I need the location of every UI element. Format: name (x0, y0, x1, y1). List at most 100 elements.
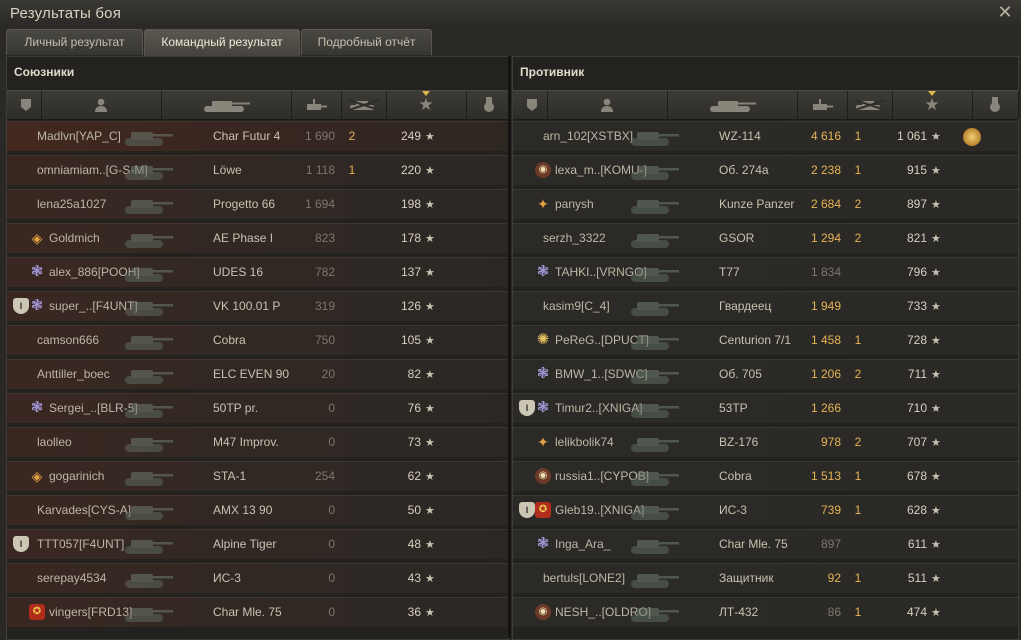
enemies-title: Противник (520, 65, 585, 79)
tank-name: Об. 705 (719, 367, 762, 381)
tank-name: VK 100.01 P (213, 299, 281, 313)
xp-value: 73 (407, 435, 421, 449)
player-row[interactable]: I ❃ Timur2..[XNIGA] 53TP 1 266 710 ★ (513, 392, 1018, 424)
tank-silhouette-icon (631, 528, 719, 560)
xp-star-icon[interactable]: ★ (386, 91, 467, 119)
squad-icon[interactable] (517, 91, 548, 119)
player-row[interactable]: ◈ gogarinich STA-1 254 62 ★ (7, 460, 508, 492)
tank-name: Char Mle. 75 (213, 605, 282, 619)
tab-personal-result[interactable]: Личный результат (6, 29, 143, 55)
player-row[interactable]: laolleo M47 Improv. 0 73 ★ (7, 426, 508, 458)
kills-icon[interactable] (847, 91, 893, 119)
squad-icon[interactable] (11, 91, 42, 119)
xp-star-icon[interactable]: ★ (892, 91, 973, 119)
damage-value: 4 616 (810, 129, 841, 143)
tab-detailed-report[interactable]: Подробный отчёт (301, 29, 432, 55)
player-row[interactable]: ❃ Sergei_..[BLR-5] 50TP pr. 0 76 ★ (7, 392, 508, 424)
kills-value: 2 (348, 129, 356, 143)
medal-icon[interactable] (466, 91, 513, 119)
tank-icon[interactable] (161, 91, 292, 119)
title-bar: Результаты боя ✕ (0, 0, 1021, 28)
player-row[interactable]: serepay4534 ИС-3 0 43 ★ (7, 562, 508, 594)
xp-value: 105 (400, 333, 421, 347)
player-row[interactable]: ✦ lelikbolik74 BZ-176 978 2 707 ★ (513, 426, 1018, 458)
player-row[interactable]: bertuls[LONE2] Защитник 92 1 511 ★ (513, 562, 1018, 594)
player-row[interactable]: ◉ NESH_..[OLDRO] ЛТ-432 86 1 474 ★ (513, 596, 1018, 628)
kills-value (337, 256, 367, 288)
tank-silhouette-icon (125, 324, 213, 356)
kills-value (337, 562, 367, 594)
tank-name: ELC EVEN 90 (213, 367, 290, 381)
close-icon[interactable]: ✕ (997, 3, 1013, 21)
medal-icon[interactable] (972, 91, 1019, 119)
player-row[interactable]: Anttiller_boec ELC EVEN 90 20 82 ★ (7, 358, 508, 390)
player-row[interactable]: ❃ TAHKI..[VRNGO] T77 1 834 796 ★ (513, 256, 1018, 288)
player-row[interactable]: ❃ alex_886[POOH] UDES 16 782 137 ★ (7, 256, 508, 288)
player-row[interactable]: Karvades[CYS-A] AMX 13 90 0 50 ★ (7, 494, 508, 526)
tank-name: Char Mle. 75 (719, 537, 788, 551)
sort-desc-icon (928, 91, 936, 96)
player-row[interactable]: Madlvn[YAP_C] Char Futur 41 690 2 249 ★ (7, 120, 508, 152)
enemies-panel: Противник ★ arn_102[XSTBX] WZ-114 4 616 1 1 … (512, 56, 1019, 640)
xp-value: 62 (407, 469, 421, 483)
xp-star-icon: ★ (425, 505, 435, 517)
tank-name: M47 Improv. (213, 435, 279, 449)
tank-name: AE Phase I (213, 231, 274, 245)
xp-star-icon: ★ (425, 607, 435, 619)
player-icon[interactable] (41, 91, 162, 119)
player-row[interactable]: ✦ panysh Kunze Panzer 2 684 2 897 ★ (513, 188, 1018, 220)
kills-value: 2 (854, 367, 862, 381)
player-row[interactable]: kasim9[C_4] Гвардеец 1 949 733 ★ (513, 290, 1018, 322)
player-row[interactable]: ◉ lexa_m..[KOMU-] Об. 274а 2 238 1 915 ★ (513, 154, 1018, 186)
player-row[interactable]: ◈ Goldmich AE Phase I 823 178 ★ (7, 222, 508, 254)
xp-value: 628 (906, 503, 927, 517)
kills-value: 2 (854, 435, 862, 449)
player-row[interactable]: arn_102[XSTBX] WZ-114 4 616 1 1 061 ★ (513, 120, 1018, 152)
tank-name: Char Futur 4 (213, 129, 281, 143)
player-row[interactable]: ◉ russia1..[CYPOB] Cobra 1 513 1 678 ★ (513, 460, 1018, 492)
player-row[interactable]: lena25a1027 Progetto 66 1 694 198 ★ (7, 188, 508, 220)
kills-icon[interactable] (341, 91, 387, 119)
player-row[interactable]: ✺ PeReG..[DPUCT] Centurion 7/1 1 458 1 728 ★ (513, 324, 1018, 356)
player-row[interactable]: serzh_3322 GSOR 1 294 2 821 ★ (513, 222, 1018, 254)
tank-silhouette-icon (125, 154, 213, 186)
kills-value: 2 (854, 197, 862, 211)
tank-icon[interactable] (667, 91, 798, 119)
tank-silhouette-icon (631, 426, 719, 458)
player-row[interactable]: ❃ Inga_Ara_ Char Mle. 75 897 611 ★ (513, 528, 1018, 560)
damage-value: 1 294 (810, 231, 841, 245)
clan-star-icon: ✦ (537, 434, 549, 450)
player-icon[interactable] (547, 91, 668, 119)
damage-value: 0 (328, 571, 335, 585)
damage-value: 0 (328, 537, 335, 551)
damage-value: 254 (314, 469, 335, 483)
damage-icon[interactable] (797, 91, 848, 119)
xp-value: 50 (407, 503, 421, 517)
damage-icon[interactable] (291, 91, 342, 119)
tank-silhouette-icon (631, 290, 719, 322)
player-row[interactable]: I ❃ super_..[F4UNT] VK 100.01 P 319 126 ★ (7, 290, 508, 322)
xp-star-icon: ★ (931, 403, 941, 415)
player-row[interactable]: I TTT057[F4UNT] Alpine Tiger 0 48 ★ (7, 528, 508, 560)
player-row[interactable]: camson666 Cobra 750 105 ★ (7, 324, 508, 356)
medal-icon[interactable] (963, 128, 981, 146)
clan-diamond-icon: ◈ (31, 468, 43, 484)
damage-value: 750 (314, 333, 335, 347)
player-row[interactable]: omniamiam..[G-S-M] Löwe 1 118 1 220 ★ (7, 154, 508, 186)
xp-star-icon: ★ (931, 335, 941, 347)
tab-team-result[interactable]: Командный результат (144, 29, 300, 56)
xp-star-icon: ★ (931, 539, 941, 551)
clan-round-icon: ◉ (535, 604, 551, 620)
xp-star-icon: ★ (931, 267, 941, 279)
allies-column-header: ★ (7, 90, 513, 120)
tank-name: Гвардеец (719, 299, 772, 313)
player-row[interactable]: ❃ BMW_1..[SDWC] Об. 705 1 206 2 711 ★ (513, 358, 1018, 390)
xp-value: 897 (906, 197, 927, 211)
xp-star-icon: ★ (425, 573, 435, 585)
tank-silhouette-icon (125, 596, 213, 628)
damage-value: 92 (827, 571, 841, 585)
player-row[interactable]: ✪ vingers[FRD13] Char Mle. 75 0 36 ★ (7, 596, 508, 628)
damage-value: 739 (820, 503, 841, 517)
xp-value: 728 (906, 333, 927, 347)
player-row[interactable]: I ✪ Gleb19..[XNIGA] ИС-3 739 1 628 ★ (513, 494, 1018, 526)
